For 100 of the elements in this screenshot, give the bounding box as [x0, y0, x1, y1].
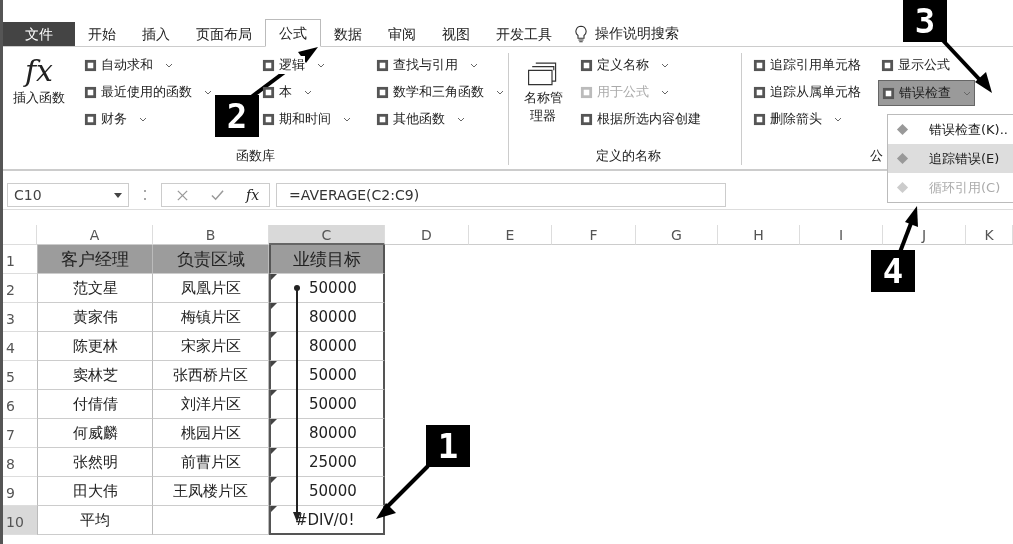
- callout-number: 1: [426, 425, 470, 467]
- ribbon-tab[interactable]: 数据: [321, 22, 375, 46]
- column-header[interactable]: D: [385, 225, 469, 245]
- ribbon-command[interactable]: 自动求和: [81, 53, 176, 77]
- ribbon-tab[interactable]: 公式: [265, 19, 321, 47]
- command-icon: [580, 85, 593, 99]
- error-indicator-icon: [271, 390, 277, 396]
- ribbon-tab[interactable]: 开发工具: [483, 22, 565, 46]
- callout-number: 3: [903, 0, 947, 42]
- table-cell: 黄家伟: [37, 303, 153, 332]
- caret-icon: [317, 62, 325, 68]
- diamond-icon: [896, 152, 909, 165]
- command-icon: [753, 112, 766, 126]
- ribbon-command[interactable]: 逻辑: [259, 53, 328, 77]
- table-cell: 窦林芝: [37, 361, 153, 390]
- error-indicator-icon: [271, 332, 277, 338]
- group-label: 函数库: [236, 147, 275, 165]
- ribbon-command[interactable]: 追踪从属单元格: [750, 80, 864, 104]
- table-cell: 何威麟: [37, 419, 153, 448]
- column-header[interactable]: F: [552, 225, 636, 245]
- name-box[interactable]: C10: [7, 183, 129, 207]
- error-indicator-icon: [271, 477, 277, 483]
- command-icon: [376, 112, 389, 126]
- table-cell: 刘洋片区: [153, 390, 269, 419]
- command-icon: [882, 86, 895, 100]
- table-cell: 业绩目标: [269, 245, 385, 274]
- cancel-icon[interactable]: [176, 188, 189, 202]
- caret-icon: [470, 62, 478, 68]
- caret-icon: [457, 116, 465, 122]
- column-header[interactable]: H: [718, 225, 800, 245]
- dropdown-caret-icon[interactable]: [114, 192, 122, 198]
- diamond-icon: [896, 181, 909, 194]
- ribbon-command[interactable]: 根据所选内容创建: [577, 107, 704, 131]
- row-header[interactable]: 2: [3, 274, 37, 303]
- ribbon-big-button[interactable]: fx 插入函数: [3, 53, 75, 147]
- ribbon-command[interactable]: 查找与引用: [373, 53, 481, 77]
- ribbon-big-button[interactable]: 名称管理器: [515, 53, 571, 147]
- ribbon-command[interactable]: 其他函数: [373, 107, 468, 131]
- ribbon-tab[interactable]: 插入: [129, 22, 183, 46]
- row-header[interactable]: 5: [3, 361, 37, 390]
- column-header[interactable]: K: [966, 225, 1013, 245]
- ribbon-tab[interactable]: 开始: [75, 22, 129, 46]
- row-header[interactable]: 4: [3, 332, 37, 361]
- tell-me-search[interactable]: 操作说明搜索: [595, 25, 679, 43]
- table-cell: 50000: [269, 361, 385, 390]
- command-icon: [580, 58, 593, 72]
- lightbulb-icon[interactable]: [575, 25, 587, 43]
- ribbon-command[interactable]: 显示公式: [878, 53, 953, 77]
- row-header[interactable]: 6: [3, 390, 37, 419]
- command-icon: [753, 58, 766, 72]
- ribbon-tab[interactable]: 页面布局: [183, 22, 265, 46]
- group-label: 定义的名称: [595, 147, 661, 165]
- command-icon: [262, 112, 275, 126]
- ribbon-tab[interactable]: 文件: [3, 22, 75, 46]
- table-cell: 付倩倩: [37, 390, 153, 419]
- ribbon-command[interactable]: 本: [259, 80, 315, 104]
- table-cell: 范文星: [37, 274, 153, 303]
- diamond-icon: [896, 123, 909, 136]
- table-cell: 客户经理: [37, 245, 153, 274]
- command-icon: [580, 112, 593, 126]
- ribbon-command[interactable]: 追踪引用单元格: [750, 53, 864, 77]
- formula-input[interactable]: =AVERAGE(C2:C9): [276, 183, 727, 207]
- column-header[interactable]: C: [269, 225, 385, 245]
- caret-icon: [139, 116, 147, 122]
- ribbon-command[interactable]: 定义名称: [577, 53, 672, 77]
- column-header[interactable]: G: [636, 225, 718, 245]
- table-cell: 80000: [269, 419, 385, 448]
- row-header[interactable]: 8: [3, 448, 37, 477]
- ribbon-tab[interactable]: 审阅: [375, 22, 429, 46]
- callout-arrow: [376, 464, 430, 519]
- table-cell: 80000: [269, 332, 385, 361]
- callout-arrow: [898, 206, 918, 253]
- caret-icon: [496, 89, 504, 95]
- error-indicator-icon: [271, 506, 277, 512]
- row-header[interactable]: 10: [3, 506, 37, 535]
- menu-item[interactable]: 错误检查(K)..: [888, 115, 1013, 144]
- command-icon: [881, 58, 894, 72]
- row-header[interactable]: 7: [3, 419, 37, 448]
- ribbon-command[interactable]: 财务: [81, 107, 150, 131]
- error-indicator-icon: [271, 303, 277, 309]
- ribbon-tab[interactable]: 视图: [429, 22, 483, 46]
- column-header[interactable]: E: [469, 225, 552, 245]
- caret-icon: [343, 116, 351, 122]
- ribbon-command[interactable]: 删除箭头: [750, 107, 845, 131]
- table-cell: 负责区域: [153, 245, 269, 274]
- table-cell: 50000: [269, 477, 385, 506]
- check-icon[interactable]: [211, 188, 224, 202]
- table-cell: 平均: [37, 506, 153, 535]
- menu-item[interactable]: 追踪错误(E): [888, 144, 1013, 173]
- table-cell: 宋家片区: [153, 332, 269, 361]
- ribbon-command[interactable]: 错误检查: [878, 80, 975, 106]
- error-indicator-icon: [271, 274, 277, 280]
- error-indicator-icon: [271, 361, 277, 367]
- command-icon: [376, 85, 389, 99]
- callout-number: 4: [871, 250, 915, 292]
- column-header[interactable]: I: [800, 225, 883, 245]
- row-header[interactable]: 3: [3, 303, 37, 332]
- table-cell: 梅镇片区: [153, 303, 269, 332]
- insert-function-button[interactable]: fx: [246, 187, 260, 203]
- ribbon-command[interactable]: 期和时间: [259, 107, 354, 131]
